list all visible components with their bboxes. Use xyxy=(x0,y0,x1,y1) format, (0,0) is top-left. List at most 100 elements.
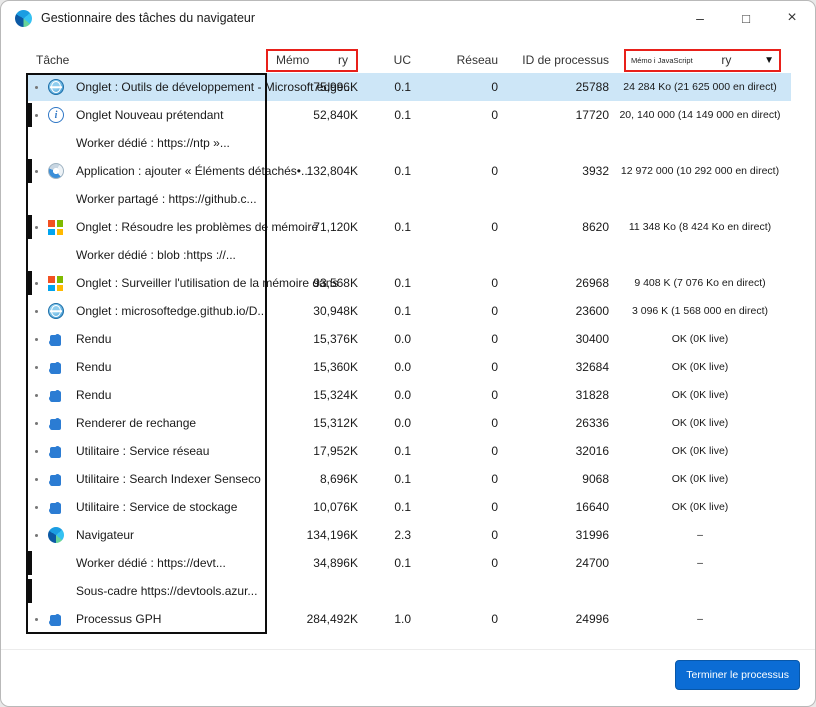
cpu-value: 0.1 xyxy=(394,472,411,486)
task-label: Utilitaire : Search Indexer Senseco xyxy=(76,472,261,486)
js-memory-value: OK (0K live) xyxy=(671,389,729,401)
cpu-value: 2.3 xyxy=(394,528,411,542)
row-lead xyxy=(26,555,76,571)
close-button[interactable]: × xyxy=(769,1,815,35)
task-label: Onglet : microsoftedge.github.io/D... xyxy=(76,304,268,318)
table-row[interactable]: Onglet : Résoudre les problèmes de mémoi… xyxy=(26,213,791,241)
annotation-red-box-memory: Mémo ry xyxy=(266,48,358,72)
table-row[interactable]: Onglet : Outils de développement - Micro… xyxy=(26,73,791,101)
column-header-js-memory[interactable]: Mémo i JavaScript ry ▼ xyxy=(609,48,791,72)
row-lead xyxy=(26,612,76,626)
table-row[interactable]: Renderer de rechange 15,312K 0.0 0 26336… xyxy=(26,409,791,437)
memory-value: 284,492K xyxy=(306,612,358,626)
row-bullet-icon xyxy=(35,281,38,285)
table-row[interactable]: Onglet : Surveiller l'utilisation de la … xyxy=(26,269,791,297)
js-memory-value: OK (0K live) xyxy=(671,417,729,429)
memory-value: 134,196K xyxy=(306,528,358,542)
puzzle-icon xyxy=(49,334,61,346)
js-memory-value: OK (0K live) xyxy=(671,445,729,457)
memory-value: 15,312K xyxy=(313,416,358,430)
annotation-left-bar-icon xyxy=(26,579,32,603)
js-memory-value: OK (0K live) xyxy=(671,501,729,513)
end-process-button[interactable]: Terminer le processus xyxy=(675,660,800,690)
table-row[interactable]: Worker dédié : https://ntp »... xyxy=(26,129,791,157)
puzzle-icon xyxy=(49,390,61,402)
puzzle-icon xyxy=(49,502,61,514)
minimize-button[interactable]: – xyxy=(677,1,723,35)
table-row[interactable]: Application : ajouter « Éléments détaché… xyxy=(26,157,791,185)
row-bullet-icon xyxy=(35,617,38,621)
row-bullet-icon xyxy=(35,365,38,369)
js-memory-value: OK (0K live) xyxy=(671,333,729,345)
task-label: Onglet Nouveau prétendant xyxy=(76,108,224,122)
table-row[interactable]: Onglet : microsoftedge.github.io/D... 30… xyxy=(26,297,791,325)
memory-header-label-a: Mémo xyxy=(276,53,310,67)
network-value: 0 xyxy=(491,276,498,290)
js-memory-value: OK (0K live) xyxy=(671,361,729,373)
row-bullet-icon xyxy=(35,113,38,117)
row-lead xyxy=(26,303,76,319)
cpu-value: 1.0 xyxy=(394,612,411,626)
pid-value: 17720 xyxy=(575,108,609,122)
table-row[interactable]: Worker partagé : https://github.c... xyxy=(26,185,791,213)
row-bullet-icon xyxy=(35,225,38,229)
task-label: Rendu xyxy=(76,332,112,346)
table-row[interactable]: Rendu 15,324K 0.0 0 31828 OK (0K live) xyxy=(26,381,791,409)
puzzle-icon xyxy=(49,614,61,626)
pid-value: 24996 xyxy=(575,612,609,626)
cpu-value: 0.0 xyxy=(394,360,411,374)
js-memory-header-small-label: Mémo i JavaScript xyxy=(631,55,693,65)
task-label: Onglet : Surveiller l'utilisation de la … xyxy=(76,276,339,290)
table-row[interactable]: Rendu 15,376K 0.0 0 30400 OK (0K live) xyxy=(26,325,791,353)
pid-value: 23600 xyxy=(575,304,609,318)
table-row[interactable]: Utilitaire : Service de stockage 10,076K… xyxy=(26,493,791,521)
browser-task-manager-window: Gestionnaire des tâches du navigateur – … xyxy=(0,0,816,707)
table-row[interactable]: Utilitaire : Service réseau 17,952K 0.1 … xyxy=(26,437,791,465)
memory-value: 10,076K xyxy=(313,500,358,514)
js-memory-value: 24 284 Ko (21 625 000 en direct) xyxy=(623,81,777,93)
row-bullet-icon xyxy=(35,421,38,425)
table-row[interactable]: Sous-cadre https://devtools.azur... xyxy=(26,577,791,605)
table-row[interactable]: Onglet Nouveau prétendant 52,840K 0.1 0 … xyxy=(26,101,791,129)
table-row[interactable]: Rendu 15,360K 0.0 0 32684 OK (0K live) xyxy=(26,353,791,381)
js-memory-value: 20, 140 000 (14 149 000 en direct) xyxy=(619,109,781,121)
pid-value: 3932 xyxy=(582,164,609,178)
table-row[interactable]: Processus GPH 284,492K 1.0 0 24996 – xyxy=(26,605,791,633)
table-row[interactable]: Worker dédié : blob :https ://... xyxy=(26,241,791,269)
row-bullet-icon xyxy=(35,85,38,89)
memory-value: 93,568K xyxy=(313,276,358,290)
info-icon xyxy=(48,107,64,123)
network-value: 0 xyxy=(491,108,498,122)
cpu-value: 0.1 xyxy=(394,556,411,570)
task-label: Rendu xyxy=(76,360,112,374)
pid-value: 9068 xyxy=(582,472,609,486)
window-controls: – □ × xyxy=(677,1,815,35)
cpu-value: 0.1 xyxy=(394,500,411,514)
column-header-network[interactable]: Réseau xyxy=(411,53,498,67)
maximize-button[interactable]: □ xyxy=(723,1,769,35)
network-value: 0 xyxy=(491,416,498,430)
row-lead xyxy=(26,191,76,207)
memory-value: 52,840K xyxy=(313,108,358,122)
table-row[interactable]: Worker dédié : https://devt... 34,896K 0… xyxy=(26,549,791,577)
memory-value: 34,896K xyxy=(313,556,358,570)
row-lead xyxy=(26,444,76,458)
edge-icon xyxy=(48,527,64,543)
memory-value: 30,948K xyxy=(313,304,358,318)
task-label: Navigateur xyxy=(76,528,135,542)
table-row[interactable]: Utilitaire : Search Indexer Senseco 8,69… xyxy=(26,465,791,493)
column-header-pid[interactable]: ID de processus xyxy=(498,53,609,67)
cpu-value: 0.1 xyxy=(394,220,411,234)
task-label: Onglet : Outils de développement - Micro… xyxy=(76,80,354,94)
memory-value: 15,376K xyxy=(313,332,358,346)
column-header-memory[interactable]: Mémo ry xyxy=(266,48,358,72)
row-lead xyxy=(26,416,76,430)
task-label: Application : ajouter « Éléments détaché… xyxy=(76,164,312,178)
memory-value: 75,996K xyxy=(313,80,358,94)
column-header-task[interactable]: Tâche xyxy=(26,53,266,67)
sort-descending-icon: ▼ xyxy=(764,54,774,66)
pid-value: 24700 xyxy=(575,556,609,570)
cpu-value: 0.0 xyxy=(394,416,411,430)
column-header-cpu[interactable]: UC xyxy=(358,53,411,67)
table-row[interactable]: Navigateur 134,196K 2.3 0 31996 – xyxy=(26,521,791,549)
